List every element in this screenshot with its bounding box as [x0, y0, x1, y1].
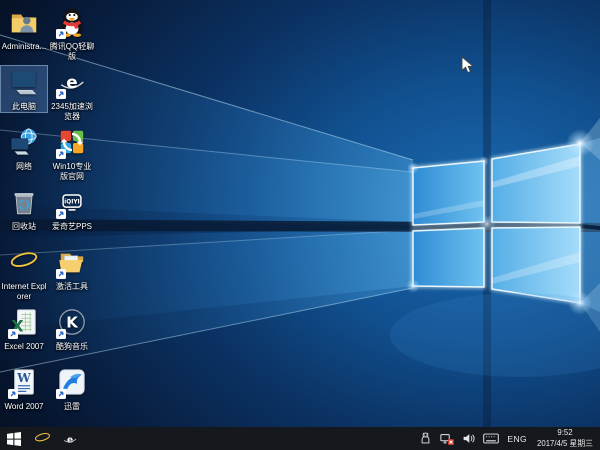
desktop-icon-iqiyi[interactable]: 爱奇艺PPS [49, 186, 95, 232]
clock-time: 9:52 [535, 428, 595, 438]
icon-label: 回收站 [1, 222, 47, 232]
desktop-icon-activation-tools[interactable]: 激活工具 [49, 246, 95, 292]
shortcut-arrow-icon [8, 329, 18, 339]
icon-label: 此电脑 [1, 102, 47, 112]
windows-desktop: Administra... 腾讯QQ轻聊版 此电脑 2345加速浏览器 网络 W… [0, 0, 600, 450]
recycle-bin-icon [9, 187, 39, 217]
icon-label: Administra... [1, 42, 47, 52]
touch-keyboard-button[interactable] [483, 433, 499, 444]
desktop-icon-word-2007[interactable]: Word 2007 [1, 366, 47, 412]
browser-2345-icon [62, 431, 78, 447]
taskbar-pinned-2345-browser[interactable] [56, 427, 84, 450]
desktop-icon-internet-explorer[interactable]: Internet Explorer [1, 246, 47, 301]
desktop-icon-excel-2007[interactable]: Excel 2007 [1, 306, 47, 352]
usb-device-icon [419, 432, 432, 445]
desktop-icon-recycle-bin[interactable]: 回收站 [1, 186, 47, 232]
clock-date: 2017/4/5 星期三 [535, 439, 595, 449]
icon-label: 爱奇艺PPS [49, 222, 95, 232]
desktop-icon-administrator[interactable]: Administra... [1, 6, 47, 52]
desktop-icon-this-pc[interactable]: 此电脑 [1, 66, 47, 112]
touch-keyboard-icon [483, 433, 499, 444]
taskbar-clock[interactable]: 9:52 2017/4/5 星期三 [535, 428, 595, 448]
desktop-icon-win10-site[interactable]: Win10专业版官网 [49, 126, 95, 181]
shortcut-arrow-icon [56, 209, 66, 219]
shortcut-arrow-icon [8, 389, 18, 399]
icon-label: 激活工具 [49, 282, 95, 292]
icon-label: Excel 2007 [1, 342, 47, 352]
shortcut-arrow-icon [56, 269, 66, 279]
desktop-icon-network[interactable]: 网络 [1, 126, 47, 172]
icon-label: 2345加速浏览器 [49, 102, 95, 121]
volume-icon [462, 432, 475, 445]
icon-label: Win10专业版官网 [49, 162, 95, 181]
volume-tray-button[interactable] [462, 432, 475, 445]
desktop-icon-qq[interactable]: 腾讯QQ轻聊版 [49, 6, 95, 61]
desktop-icon-2345-browser[interactable]: 2345加速浏览器 [49, 66, 95, 121]
shortcut-arrow-icon [56, 149, 66, 159]
windows-start-icon [7, 432, 21, 446]
network-disconnected-icon [440, 432, 454, 446]
this-pc-monitor-icon [9, 67, 39, 97]
desktop-icon-xunlei[interactable]: 迅雷 [49, 366, 95, 412]
shortcut-arrow-icon [56, 89, 66, 99]
internet-explorer-icon [9, 247, 39, 277]
language-indicator[interactable]: ENG [507, 434, 527, 444]
system-tray: ENG 9:52 2017/4/5 星期三 [419, 428, 600, 448]
shortcut-arrow-icon [56, 329, 66, 339]
taskbar: ENG 9:52 2017/4/5 星期三 [0, 427, 600, 450]
shortcut-arrow-icon [56, 29, 66, 39]
desktop-icon-kugou[interactable]: 酷狗音乐 [49, 306, 95, 352]
start-button[interactable] [0, 427, 28, 450]
usb-device-tray-button[interactable] [419, 432, 432, 445]
internet-explorer-icon [34, 430, 51, 447]
icon-label: 腾讯QQ轻聊版 [49, 42, 95, 61]
network-globe-monitor-icon [9, 127, 39, 157]
shortcut-arrow-icon [56, 389, 66, 399]
icon-label: 网络 [1, 162, 47, 172]
user-folder-icon [9, 7, 39, 37]
mouse-cursor [461, 56, 473, 74]
taskbar-pinned-internet-explorer[interactable] [28, 427, 56, 450]
network-tray-button[interactable] [440, 432, 454, 446]
icon-label: 酷狗音乐 [49, 342, 95, 352]
icon-label: Word 2007 [1, 402, 47, 412]
icon-label: 迅雷 [49, 402, 95, 412]
icon-label: Internet Explorer [1, 282, 47, 301]
